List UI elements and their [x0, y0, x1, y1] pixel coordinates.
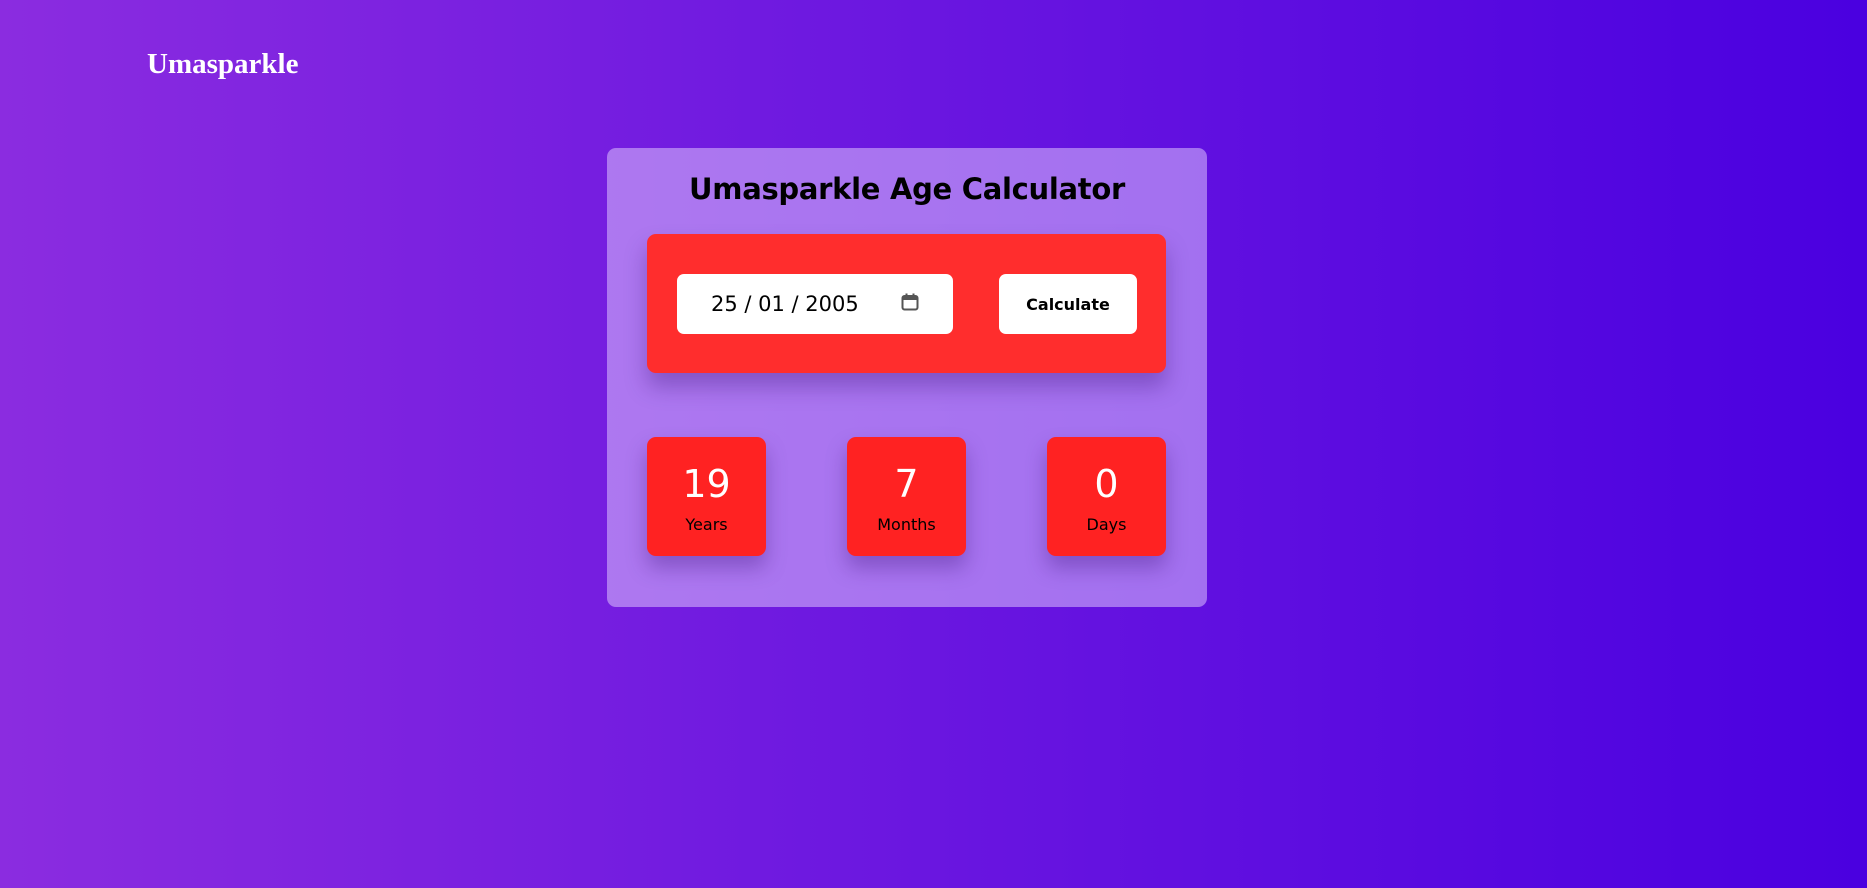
calendar-icon[interactable] — [901, 293, 919, 311]
days-label: Days — [1086, 515, 1127, 534]
input-panel: 25 / 01 / 2005 Calculate — [647, 234, 1166, 373]
years-label: Years — [685, 515, 728, 534]
months-label: Months — [877, 515, 936, 534]
page-title: Umasparkle Age Calculator — [689, 172, 1125, 206]
days-result: 0 Days — [1047, 437, 1166, 556]
birthdate-input[interactable]: 25 / 01 / 2005 — [677, 274, 953, 334]
years-result: 19 Years — [647, 437, 766, 556]
age-calculator-card: Umasparkle Age Calculator 25 / 01 / 2005… — [607, 148, 1207, 607]
years-value: 19 — [682, 462, 731, 506]
logo: Umasparkle — [147, 48, 299, 80]
months-value: 7 — [894, 462, 919, 506]
days-value: 0 — [1094, 462, 1119, 506]
months-result: 7 Months — [847, 437, 966, 556]
calculate-button[interactable]: Calculate — [999, 274, 1137, 334]
birthdate-value: 25 / 01 / 2005 — [711, 292, 859, 316]
